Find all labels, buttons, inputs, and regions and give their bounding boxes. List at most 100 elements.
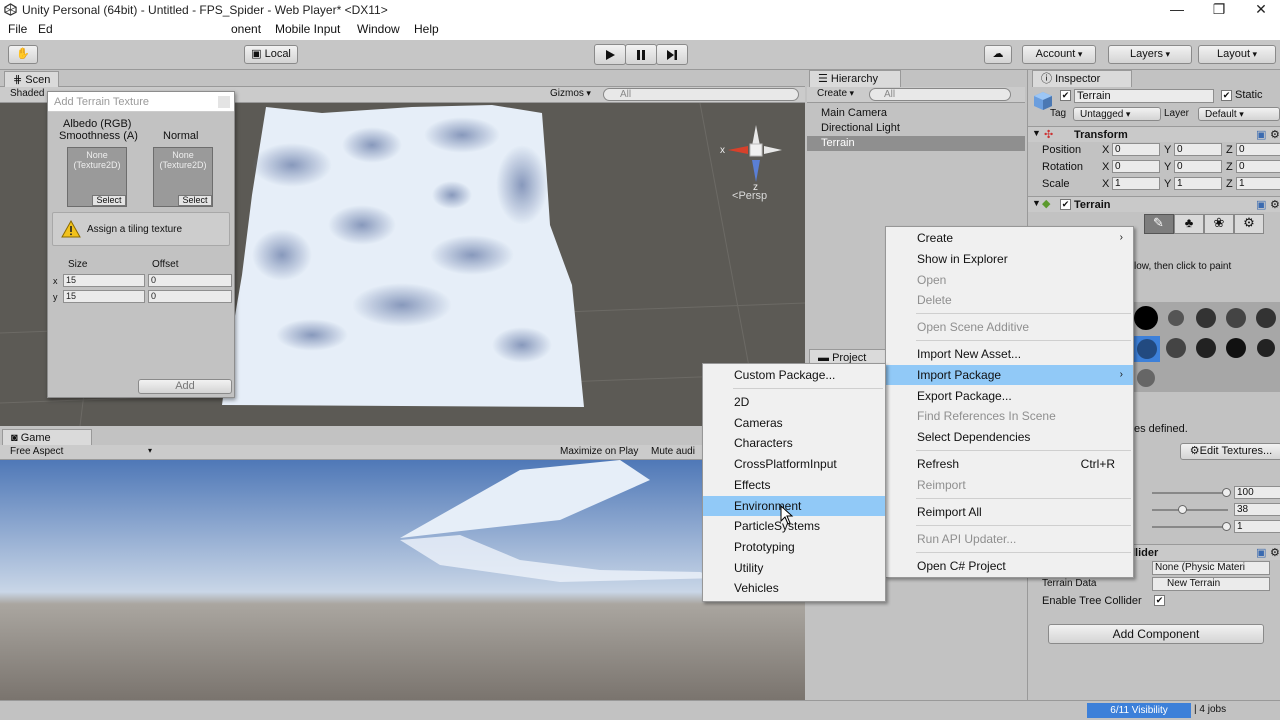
gizmos-dropdown[interactable]: Gizmos [550, 88, 591, 99]
brush-size-field[interactable]: 100 [1234, 486, 1280, 499]
submenu-item-custom-package[interactable]: Custom Package... [703, 365, 885, 385]
submenu-item-cameras[interactable]: Cameras [703, 413, 885, 433]
rotation-x-field[interactable]: 0 [1112, 160, 1160, 173]
menu-item-show-in-explorer[interactable]: Show in Explorer [886, 249, 1133, 269]
submenu-item-vehicles[interactable]: Vehicles [703, 578, 885, 598]
gameobject-name-field[interactable]: Terrain [1074, 89, 1214, 103]
scene-view[interactable]: ⋕ Scen Shaded Gizmos All [0, 70, 805, 426]
add-texture-button[interactable]: Add [138, 379, 232, 394]
target-strength-field[interactable]: 1 [1234, 520, 1280, 533]
menu-component[interactable]: onent [231, 22, 261, 36]
tab-hierarchy[interactable]: ☰ Hierarchy [809, 70, 901, 87]
tag-dropdown[interactable]: Untagged [1073, 107, 1161, 121]
help-icon[interactable]: ▣ [1256, 128, 1266, 141]
menu-item-run-api-updater[interactable]: Run API Updater... [886, 529, 1133, 549]
menu-item-reimport[interactable]: Reimport [886, 475, 1133, 495]
tab-game[interactable]: ◙ Game [2, 429, 92, 446]
menu-mobile-input[interactable]: Mobile Input [275, 22, 340, 36]
menu-item-find-references[interactable]: Find References In Scene [886, 406, 1133, 426]
edit-textures-button[interactable]: ⚙Edit Textures... [1180, 443, 1280, 460]
pause-button[interactable] [625, 44, 657, 65]
submenu-item-prototyping[interactable]: Prototyping [703, 537, 885, 557]
layer-dropdown[interactable]: Default [1198, 107, 1280, 121]
static-checkbox[interactable]: ✔ [1221, 90, 1232, 101]
albedo-texture-slot[interactable]: None (Texture2D) Select [67, 147, 127, 207]
close-button[interactable]: ✕ [1238, 0, 1280, 20]
menu-item-import-package[interactable]: Import Package › [886, 365, 1133, 385]
size-y-field[interactable]: 15 [63, 290, 145, 303]
normal-select-button[interactable]: Select [178, 195, 212, 206]
opacity-slider[interactable] [1152, 509, 1228, 511]
menu-item-create[interactable]: Create › [886, 228, 1133, 248]
menu-edit[interactable]: Ed [38, 22, 53, 36]
submenu-item-characters[interactable]: Characters [703, 433, 885, 453]
hierarchy-item-main-camera[interactable]: Main Camera [807, 106, 1025, 121]
offset-x-field[interactable]: 0 [148, 274, 232, 287]
opacity-field[interactable]: 38 [1234, 503, 1280, 516]
transform-header[interactable]: ▼ ✣ Transform ▣ ⚙ [1028, 126, 1280, 142]
scale-x-field[interactable]: 1 [1112, 177, 1160, 190]
mute-audio-toggle[interactable]: Mute audi [651, 446, 695, 457]
game-view[interactable]: ◙ Game Free Aspect ▾ Maximize on Play Mu… [0, 428, 805, 700]
hierarchy-create-dropdown[interactable]: Create [817, 88, 854, 99]
minimize-button[interactable]: — [1154, 0, 1200, 20]
account-dropdown[interactable]: Account [1022, 45, 1096, 64]
help-icon[interactable]: ▣ [1256, 198, 1266, 211]
rotation-y-field[interactable]: 0 [1174, 160, 1222, 173]
persp-label[interactable]: <Persp [732, 190, 767, 202]
position-y-field[interactable]: 0 [1174, 143, 1222, 156]
menu-item-delete[interactable]: Delete [886, 290, 1133, 310]
hand-tool-button[interactable]: ✋ [8, 45, 38, 64]
dialog-close-button[interactable] [218, 96, 230, 108]
help-icon[interactable]: ▣ [1256, 546, 1266, 559]
submenu-item-environment[interactable]: Environment [703, 496, 885, 516]
hierarchy-item-directional-light[interactable]: Directional Light [807, 121, 1025, 136]
terrain-enabled-checkbox[interactable]: ✔ [1060, 199, 1071, 210]
menu-item-open-csharp-project[interactable]: Open C# Project [886, 556, 1133, 576]
brush-size-slider-thumb[interactable] [1222, 488, 1231, 497]
hierarchy-item-terrain[interactable]: Terrain [807, 136, 1025, 151]
brush-size-slider[interactable] [1152, 492, 1228, 494]
menu-item-open[interactable]: Open [886, 270, 1133, 290]
enable-tree-collider-checkbox[interactable]: ✔ [1154, 595, 1165, 606]
scale-z-field[interactable]: 1 [1236, 177, 1280, 190]
submenu-item-crossplatforminput[interactable]: CrossPlatformInput [703, 454, 885, 474]
aspect-dropdown[interactable]: Free Aspect [10, 446, 63, 457]
terrain-mesh[interactable] [222, 105, 586, 409]
tab-scene[interactable]: ⋕ Scen [4, 71, 60, 88]
physic-material-field[interactable]: None (Physic Materi [1152, 561, 1270, 575]
position-z-field[interactable]: 0 [1236, 143, 1280, 156]
menu-item-open-scene-additive[interactable]: Open Scene Additive [886, 317, 1133, 337]
pivot-local-button[interactable]: ▣ Local [244, 45, 298, 64]
step-button[interactable] [656, 44, 688, 65]
menu-item-reimport-all[interactable]: Reimport All [886, 502, 1133, 522]
play-button[interactable] [594, 44, 626, 65]
scale-y-field[interactable]: 1 [1174, 177, 1222, 190]
component-settings-icon[interactable]: ⚙ [1270, 198, 1280, 211]
submenu-item-2d[interactable]: 2D [703, 392, 885, 412]
submenu-item-particlesystems[interactable]: ParticleSystems [703, 516, 885, 536]
terrain-settings-tool[interactable]: ⚙ [1234, 214, 1264, 234]
menu-help[interactable]: Help [414, 22, 439, 36]
menu-window[interactable]: Window [357, 22, 400, 36]
submenu-item-utility[interactable]: Utility [703, 558, 885, 578]
component-settings-icon[interactable]: ⚙ [1270, 128, 1280, 141]
layout-dropdown[interactable]: Layout [1198, 45, 1276, 64]
normal-texture-slot[interactable]: None (Texture2D) Select [153, 147, 213, 207]
maximize-on-play-toggle[interactable]: Maximize on Play [560, 446, 638, 457]
maximize-button[interactable]: ❐ [1196, 0, 1242, 20]
scene-search-input[interactable]: All [603, 88, 799, 101]
tab-inspector[interactable]: ⓘ Inspector [1032, 70, 1132, 87]
albedo-select-button[interactable]: Select [92, 195, 126, 206]
target-strength-slider[interactable] [1152, 526, 1228, 528]
terrain-component-header[interactable]: ▼ ◆ ✔ Terrain ▣ ⚙ [1028, 196, 1280, 212]
component-settings-icon[interactable]: ⚙ [1270, 546, 1280, 559]
size-x-field[interactable]: 15 [63, 274, 145, 287]
place-trees-tool[interactable]: ♣ [1174, 214, 1204, 234]
opacity-slider-thumb[interactable] [1178, 505, 1187, 514]
active-checkbox[interactable]: ✔ [1060, 90, 1071, 101]
shading-mode-dropdown[interactable]: Shaded [10, 88, 44, 99]
cloud-button[interactable]: ☁ [984, 45, 1012, 64]
menu-item-select-dependencies[interactable]: Select Dependencies [886, 427, 1133, 447]
position-x-field[interactable]: 0 [1112, 143, 1160, 156]
